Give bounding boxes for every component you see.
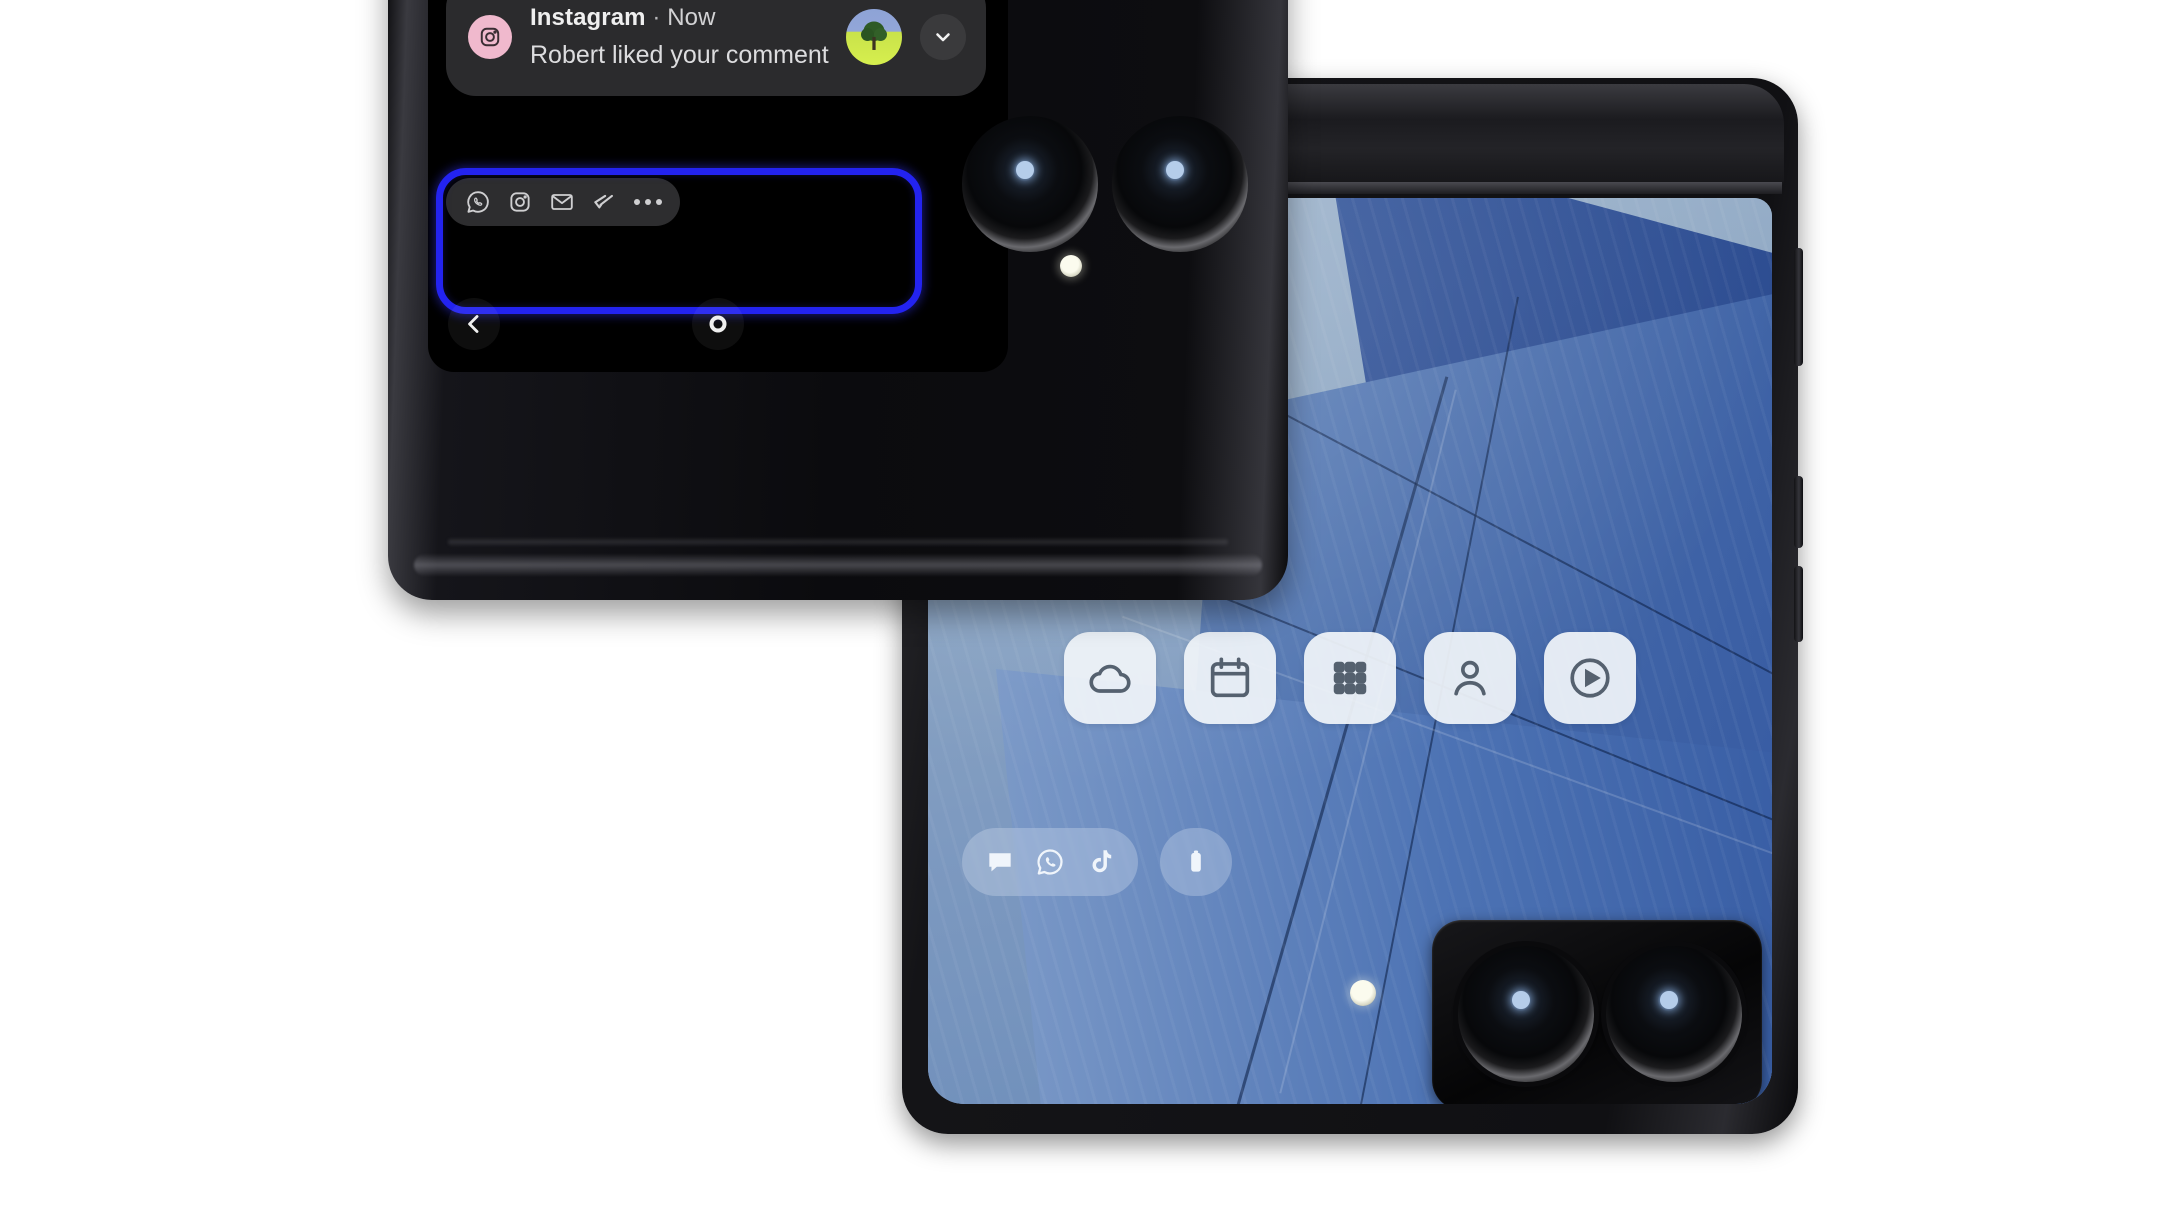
battery-icon[interactable]	[1180, 846, 1212, 878]
home-app-row: cloud-weather-icon calendar-icon app-gri…	[928, 632, 1772, 724]
app-tray	[446, 178, 680, 226]
home-button[interactable]	[692, 298, 744, 350]
notification-header: Instagram · Now	[530, 4, 828, 32]
app-grid-icon	[1333, 661, 1367, 695]
app-icon-calendar[interactable]: calendar-icon	[1184, 632, 1276, 724]
cloud-weather-icon	[1089, 664, 1131, 693]
volume-rocker-button[interactable]	[1794, 248, 1803, 366]
top-phone-edge-highlight	[414, 554, 1262, 576]
top-phone-edge-highlight-inner	[448, 538, 1228, 546]
chevron-down-icon[interactable]	[920, 14, 966, 60]
notification-app-name: Instagram	[530, 4, 646, 31]
notification-text: Instagram · Now Robert liked your commen…	[530, 4, 829, 70]
app-icon-contacts[interactable]: contacts-person-icon	[1424, 632, 1516, 724]
dock-pill-secondary	[1160, 828, 1232, 896]
back-button[interactable]	[448, 298, 500, 350]
instagram-icon	[468, 15, 512, 59]
notification-time: Now	[667, 4, 716, 31]
contacts-person-icon	[1454, 660, 1486, 696]
instagram-icon[interactable]	[506, 188, 534, 216]
camera-lens-secondary	[1606, 946, 1742, 1082]
tasks-check-icon[interactable]	[590, 188, 618, 216]
top-camera-module	[954, 98, 1266, 274]
tiktok-icon[interactable]	[1084, 846, 1116, 878]
calendar-icon	[1210, 657, 1250, 698]
notification-body: Robert liked your comment	[530, 41, 829, 69]
camera-lens-primary	[1458, 946, 1594, 1082]
power-button[interactable]	[1794, 476, 1803, 548]
mockup-stage: cloud-weather-icon calendar-icon app-gri…	[0, 0, 2171, 1221]
app-icon-app-grid[interactable]: app-grid-icon	[1304, 632, 1396, 724]
play-circle-icon	[1570, 658, 1610, 698]
camera-lens-primary	[962, 116, 1098, 252]
whatsapp-icon[interactable]	[464, 188, 492, 216]
notification-card[interactable]: Instagram · Now Robert liked your commen…	[446, 0, 986, 96]
app-icon-play-circle[interactable]: play-circle-icon	[1544, 632, 1636, 724]
home-dock	[928, 828, 1772, 896]
whatsapp-icon[interactable]	[1034, 846, 1066, 878]
home-ring-icon	[709, 315, 727, 333]
messages-icon[interactable]	[984, 846, 1016, 878]
more-overflow-icon[interactable]	[632, 199, 662, 205]
led-flash	[1350, 980, 1376, 1006]
dock-pill-primary	[962, 828, 1138, 896]
camera-lens-secondary	[1112, 116, 1248, 252]
notification-separator: ·	[645, 4, 668, 31]
avatar	[846, 9, 902, 65]
gmail-envelope-icon[interactable]	[548, 188, 576, 216]
app-icon-cloud-weather[interactable]: cloud-weather-icon	[1064, 632, 1156, 724]
secondary-side-button[interactable]	[1794, 566, 1803, 642]
tree-photo-avatar	[861, 21, 887, 50]
top-phone-device: Instagram · Now Robert liked your commen…	[388, 0, 1288, 600]
chevron-left-icon	[468, 315, 479, 333]
navigation-bar	[428, 298, 1008, 356]
main-camera-module	[1432, 920, 1762, 1104]
top-phone-outer-screen[interactable]: Instagram · Now Robert liked your commen…	[428, 0, 1008, 372]
